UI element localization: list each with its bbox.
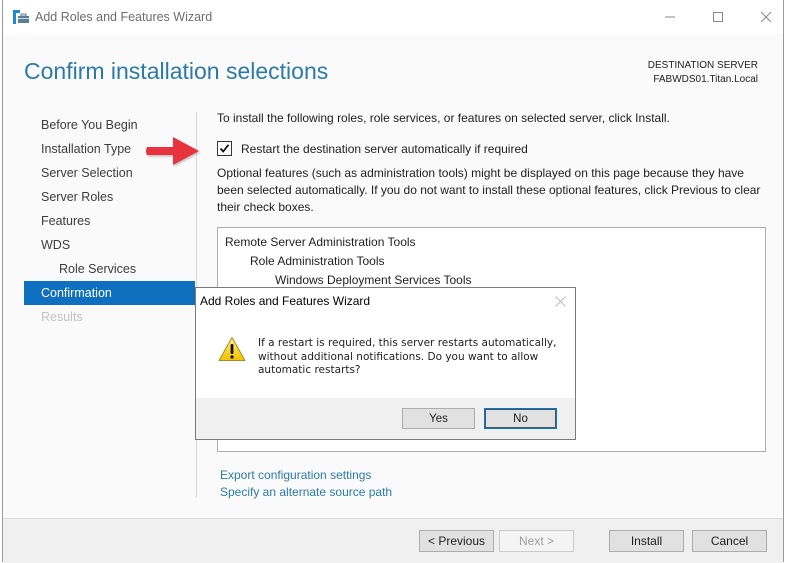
- close-icon: [760, 11, 772, 23]
- close-icon: [554, 295, 566, 307]
- alternate-source-path-link[interactable]: Specify an alternate source path: [220, 484, 392, 501]
- wizard-window: Add Roles and Features Wizard Confirm in…: [2, 0, 784, 563]
- maximize-icon: [713, 12, 723, 22]
- destination-server-name: FABWDS01.Titan.Local: [653, 74, 758, 85]
- page-title: Confirm installation selections: [24, 58, 329, 84]
- optional-features-note: Optional features (such as administratio…: [217, 166, 761, 214]
- server-manager-wizard-icon: [13, 10, 29, 24]
- install-button[interactable]: Install: [609, 530, 684, 552]
- selection-item: Role Administration Tools: [250, 254, 385, 268]
- restart-checkbox-label: Restart the destination server automatic…: [241, 141, 528, 156]
- minimize-button[interactable]: [655, 6, 685, 28]
- intro-text: To install the following roles, role ser…: [217, 111, 670, 125]
- red-arrow-annotation: [146, 137, 199, 165]
- checkmark-icon: [219, 144, 230, 153]
- no-button[interactable]: No: [484, 408, 557, 429]
- window-title: Add Roles and Features Wizard: [35, 10, 213, 24]
- nav-item-features[interactable]: Features: [24, 209, 195, 233]
- previous-button[interactable]: < Previous: [419, 530, 494, 552]
- nav-item-before-you-begin[interactable]: Before You Begin: [24, 113, 195, 137]
- yes-button[interactable]: Yes: [402, 408, 475, 429]
- nav-item-confirmation[interactable]: Confirmation: [24, 281, 195, 305]
- restart-option[interactable]: Restart the destination server automatic…: [217, 141, 528, 156]
- nav-item-role-services[interactable]: Role Services: [24, 257, 195, 281]
- warning-icon: [218, 337, 246, 361]
- dialog-message: If a restart is required, this server re…: [258, 337, 557, 376]
- minimize-icon: [665, 16, 675, 18]
- selection-item: Remote Server Administration Tools: [225, 235, 416, 249]
- restart-confirm-dialog: Add Roles and Features Wizard If a resta…: [195, 287, 576, 440]
- export-configuration-link[interactable]: Export configuration settings: [220, 467, 392, 484]
- destination-server-info: DESTINATION SERVER FABWDS01.Titan.Local: [648, 59, 758, 87]
- nav-item-results: Results: [41, 310, 83, 324]
- nav-item-server-roles[interactable]: Server Roles: [24, 185, 195, 209]
- restart-checkbox[interactable]: [217, 141, 232, 156]
- wizard-footer: < Previous Next > Install Cancel: [3, 518, 783, 563]
- nav-item-wds[interactable]: WDS: [24, 233, 195, 257]
- content-links: Export configuration settings Specify an…: [220, 467, 392, 501]
- destination-label: DESTINATION SERVER: [647, 60, 758, 71]
- maximize-button[interactable]: [703, 6, 733, 28]
- confirmation-content: To install the following roles, role ser…: [217, 111, 769, 499]
- close-button[interactable]: [751, 6, 781, 28]
- cancel-button[interactable]: Cancel: [692, 530, 767, 552]
- dialog-title: Add Roles and Features Wizard: [200, 294, 371, 308]
- dialog-close-button[interactable]: [551, 292, 569, 310]
- selection-item: Windows Deployment Services Tools: [275, 273, 472, 287]
- next-button: Next >: [499, 530, 574, 552]
- dialog-footer: Yes No: [196, 398, 575, 439]
- title-bar[interactable]: Add Roles and Features Wizard: [3, 0, 783, 34]
